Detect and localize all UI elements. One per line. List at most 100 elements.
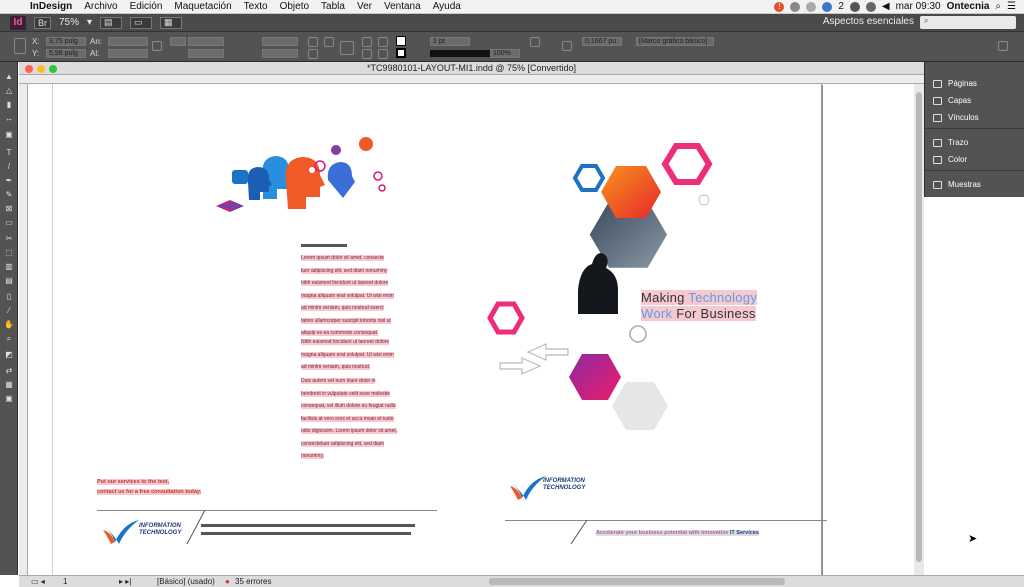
type-tool-icon[interactable]: T: [3, 148, 15, 157]
scale-x-field[interactable]: [188, 37, 224, 46]
close-window-icon[interactable]: [25, 65, 33, 73]
view-mode-icon[interactable]: ▣: [3, 394, 15, 403]
free-transform-tool-icon[interactable]: ⬚: [3, 248, 15, 257]
lorem-block-2[interactable]: Nibh euismod tincidunt ut laoreet dolore…: [301, 336, 401, 374]
clipboard-icon[interactable]: [849, 1, 860, 12]
stroke-weight-field[interactable]: 1 pt: [430, 37, 470, 46]
document-title-bar[interactable]: *TC9980101-LAYOUT-MI1.indd @ 75% [Conver…: [19, 62, 924, 75]
workspace-switcher[interactable]: Aspectos esenciales: [823, 16, 914, 27]
gradient-tool-icon[interactable]: ▥: [3, 262, 15, 271]
page-nav-icon[interactable]: ▸ ▸|: [119, 577, 131, 586]
panel-trazo[interactable]: Trazo: [933, 138, 968, 147]
wifi-icon[interactable]: [865, 1, 876, 12]
notification-icon[interactable]: !: [774, 1, 785, 12]
minimize-window-icon[interactable]: [37, 65, 45, 73]
list-icon[interactable]: ☰: [1007, 1, 1016, 12]
reference-point-icon[interactable]: [14, 38, 26, 54]
vertical-scrollbar[interactable]: [914, 84, 924, 575]
tagline[interactable]: Accelerate your business potential with …: [596, 530, 759, 536]
lorem-block-3[interactable]: Duis autem vel eum iriure dolor in hendr…: [301, 375, 401, 463]
note-tool-icon[interactable]: ▯: [3, 292, 15, 301]
select-next-icon[interactable]: [378, 49, 388, 59]
user-name[interactable]: Ontecnia: [947, 1, 990, 12]
menu-ventana[interactable]: Ventana: [378, 1, 427, 12]
apply-color-icon[interactable]: ▦: [3, 380, 15, 389]
zoom-window-icon[interactable]: [49, 65, 57, 73]
gradient-feather-tool-icon[interactable]: ▤: [3, 276, 15, 285]
select-previous-icon[interactable]: [378, 37, 388, 47]
vertical-ruler[interactable]: [19, 84, 28, 575]
clock[interactable]: mar 09:30: [896, 1, 941, 12]
lightning-icon[interactable]: [998, 41, 1008, 51]
object-style-dropdown[interactable]: [Marco gráfico básico]: [636, 37, 714, 46]
eyedropper-tool-icon[interactable]: ⁄: [3, 306, 15, 315]
menu-app-name[interactable]: InDesign: [24, 1, 78, 12]
page-number[interactable]: 1: [63, 577, 67, 586]
gap-field[interactable]: 0,1667 pu: [582, 37, 622, 46]
rotate-ccw-icon[interactable]: [308, 49, 318, 59]
view-options-button[interactable]: ▤: [100, 16, 123, 29]
panel-paginas[interactable]: Páginas: [933, 79, 977, 88]
horizontal-scroll-thumb[interactable]: [489, 578, 785, 585]
sync-icon[interactable]: [822, 1, 833, 12]
scale-y-field[interactable]: [188, 49, 224, 58]
pen-tool-icon[interactable]: ✒: [3, 176, 15, 185]
menu-maquetacion[interactable]: Maquetación: [168, 1, 237, 12]
panel-muestras[interactable]: Muestras: [933, 180, 981, 189]
content-collector-icon[interactable]: ▣: [3, 130, 15, 139]
promo-text[interactable]: Put our services to the test, contact us…: [97, 477, 202, 497]
select-content-icon[interactable]: [362, 49, 372, 59]
zoom-level[interactable]: 75%: [59, 17, 79, 28]
selection-tool-icon[interactable]: ▲: [3, 72, 15, 81]
y-field[interactable]: 5,98 pulg: [46, 49, 86, 58]
opacity-field[interactable]: 100%: [490, 49, 520, 58]
page-spread[interactable]: Lorem ipsum dolor sit amet, consecte tue…: [52, 84, 827, 575]
style-selector[interactable]: [Básico] (usado): [157, 577, 215, 586]
zoom-dropdown-icon[interactable]: ▾: [87, 17, 92, 28]
heads-illustration[interactable]: [208, 136, 388, 216]
panel-vinculos[interactable]: Vínculos: [933, 113, 979, 122]
x-field[interactable]: 3,75 pulg: [46, 37, 86, 46]
scissors-tool-icon[interactable]: ✂: [3, 234, 15, 243]
fx-icon[interactable]: [530, 37, 540, 47]
constrain-proportions-icon[interactable]: [152, 41, 162, 51]
select-container-icon[interactable]: [362, 37, 372, 47]
menu-edicion[interactable]: Edición: [124, 1, 169, 12]
preview-mode-icon[interactable]: ▭ ◂: [31, 577, 45, 586]
stroke-swatch-icon[interactable]: [396, 48, 406, 58]
menu-texto[interactable]: Texto: [238, 1, 274, 12]
pencil-tool-icon[interactable]: ✎: [3, 190, 15, 199]
scroll-thumb[interactable]: [916, 92, 922, 562]
menu-extra-icon[interactable]: [806, 1, 817, 12]
line-tool-icon[interactable]: /: [3, 162, 15, 171]
panel-color[interactable]: Color: [933, 155, 967, 164]
fill-swatch-icon[interactable]: [396, 36, 406, 46]
volume-icon[interactable]: ◀: [882, 1, 890, 12]
error-count[interactable]: 35 errores: [235, 577, 271, 586]
text-wrap-icon[interactable]: [562, 41, 572, 51]
direct-selection-tool-icon[interactable]: △: [3, 86, 15, 95]
menu-objeto[interactable]: Objeto: [274, 1, 315, 12]
width-field[interactable]: [108, 37, 148, 46]
page-tool-icon[interactable]: ▮: [3, 100, 15, 109]
rotate-cw-icon[interactable]: [308, 37, 318, 47]
search-field[interactable]: ⌕: [920, 16, 1016, 29]
headline-line-2[interactable]: Work For Business: [641, 306, 756, 321]
shear-field[interactable]: [262, 49, 298, 58]
menu-ayuda[interactable]: Ayuda: [427, 1, 467, 12]
fill-stroke-icon[interactable]: ◩: [3, 350, 15, 359]
arrange-documents-button[interactable]: ▦: [160, 16, 183, 29]
creative-cloud-icon[interactable]: [790, 1, 801, 12]
rectangle-tool-icon[interactable]: ▭: [3, 218, 15, 227]
headline-line-1[interactable]: Making Technology: [641, 290, 758, 305]
rectangle-frame-tool-icon[interactable]: ⊠: [3, 204, 15, 213]
gap-tool-icon[interactable]: ↔: [3, 114, 15, 123]
path-p-icon[interactable]: [340, 41, 354, 55]
rotation-field[interactable]: [262, 37, 298, 46]
search-icon[interactable]: ⌕: [995, 1, 1001, 12]
hand-tool-icon[interactable]: ✋: [3, 320, 15, 329]
zoom-tool-icon[interactable]: ⌕: [3, 334, 15, 343]
screen-mode-button[interactable]: ▭: [130, 16, 153, 29]
height-field[interactable]: [108, 49, 148, 58]
bridge-button[interactable]: Br: [34, 16, 51, 29]
